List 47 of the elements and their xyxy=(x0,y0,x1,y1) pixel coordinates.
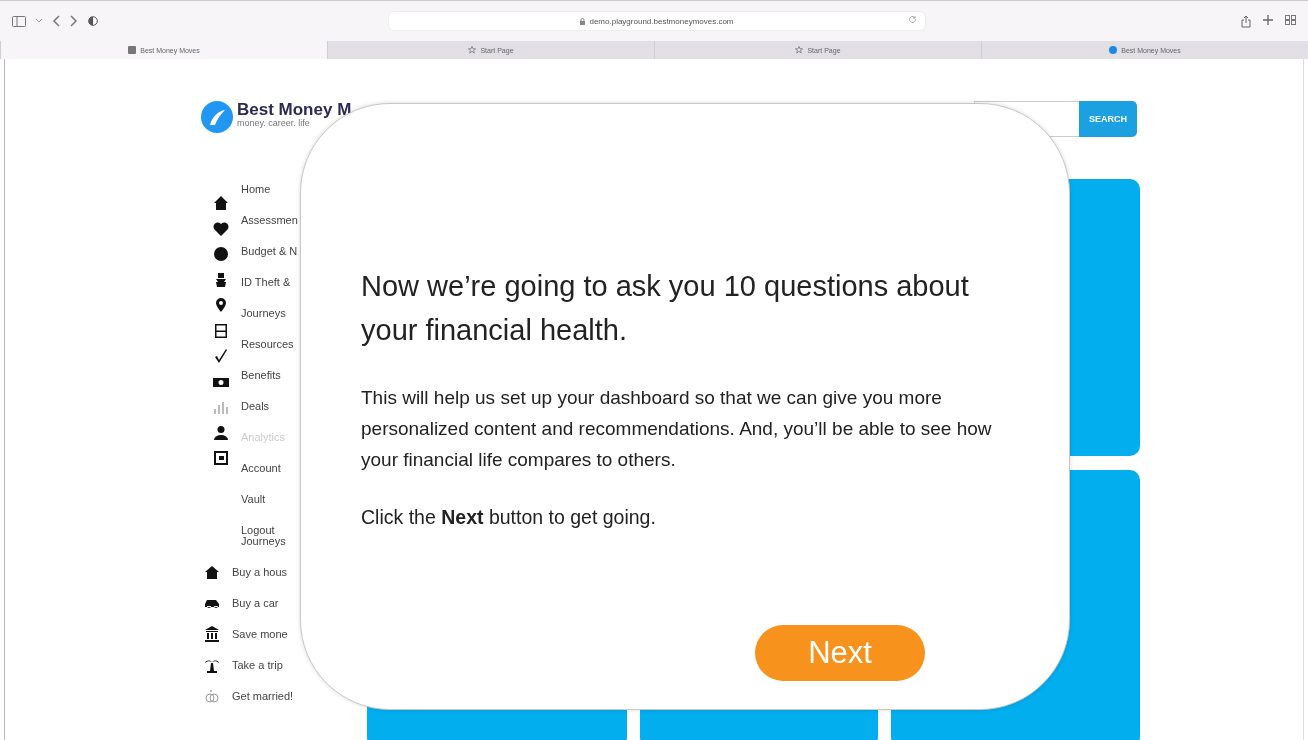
back-icon[interactable] xyxy=(52,15,60,27)
lock-icon xyxy=(580,17,586,25)
safe-icon xyxy=(213,450,229,466)
journey-item[interactable]: Get married! xyxy=(232,689,294,702)
half-circle-icon[interactable] xyxy=(88,16,98,26)
address-bar[interactable]: demo.playground.bestmoneymoves.com xyxy=(388,11,926,31)
sidebar-toggle-icon[interactable] xyxy=(12,15,26,27)
home-icon xyxy=(213,195,229,211)
journey-item[interactable]: Buy a hous xyxy=(232,565,288,578)
star-icon xyxy=(468,46,477,54)
sidebar-item[interactable]: Account xyxy=(241,458,298,478)
dialog-heading: Now we’re going to ask you 10 questions about your financial health. xyxy=(361,269,970,348)
star-icon xyxy=(795,46,804,54)
sidebar-item[interactable]: Home xyxy=(241,179,298,199)
chevron-down-icon[interactable] xyxy=(36,19,42,23)
bank-icon xyxy=(204,625,220,642)
sidebar-item[interactable]: ID Theft & xyxy=(241,272,298,292)
section-title: Journeys xyxy=(241,536,287,547)
sidebar-item[interactable]: Benefits xyxy=(241,365,298,385)
sidebar-item[interactable]: Budget & N xyxy=(241,241,298,261)
check-icon xyxy=(213,348,229,364)
journey-item[interactable]: Take a trip xyxy=(232,658,283,671)
rings-icon xyxy=(204,687,220,704)
heart-icon xyxy=(213,220,229,237)
leaf-logo-icon xyxy=(1109,46,1118,54)
forward-icon[interactable] xyxy=(70,15,78,27)
logo-tagline: money. career. life xyxy=(237,119,310,128)
sidebar-item[interactable]: Assessmen xyxy=(241,210,298,230)
logo-name: Best Money M xyxy=(237,101,352,119)
url-text: demo.playground.bestmoneymoves.com xyxy=(589,16,734,26)
favicon-icon xyxy=(128,46,137,54)
bar-chart-icon xyxy=(213,399,229,415)
dialog-prompt: Click the Next button to get going. xyxy=(361,506,657,529)
sidebar-item[interactable]: Resources xyxy=(241,334,298,354)
sidebar-item[interactable]: Journeys xyxy=(241,303,298,323)
location-pin-icon xyxy=(213,297,229,313)
journey-item[interactable]: Save mone xyxy=(232,627,288,640)
tabs-overview-icon[interactable] xyxy=(1285,14,1296,25)
box-icon xyxy=(213,322,229,339)
journey-item[interactable]: Buy a car xyxy=(232,596,279,609)
leaf-logo-icon xyxy=(201,101,233,133)
share-icon[interactable] xyxy=(1241,14,1251,28)
sidebar-item[interactable]: Vault xyxy=(241,489,298,509)
house-icon xyxy=(204,563,220,580)
plus-icon[interactable] xyxy=(1263,14,1273,25)
sidebar-item[interactable]: Deals xyxy=(241,396,298,416)
dialog-text: This will help us set up your dashboard so that we can give you more personalized content and recommendations. And, you’ll be able to see how your financial life compares to others. xyxy=(361,386,993,472)
